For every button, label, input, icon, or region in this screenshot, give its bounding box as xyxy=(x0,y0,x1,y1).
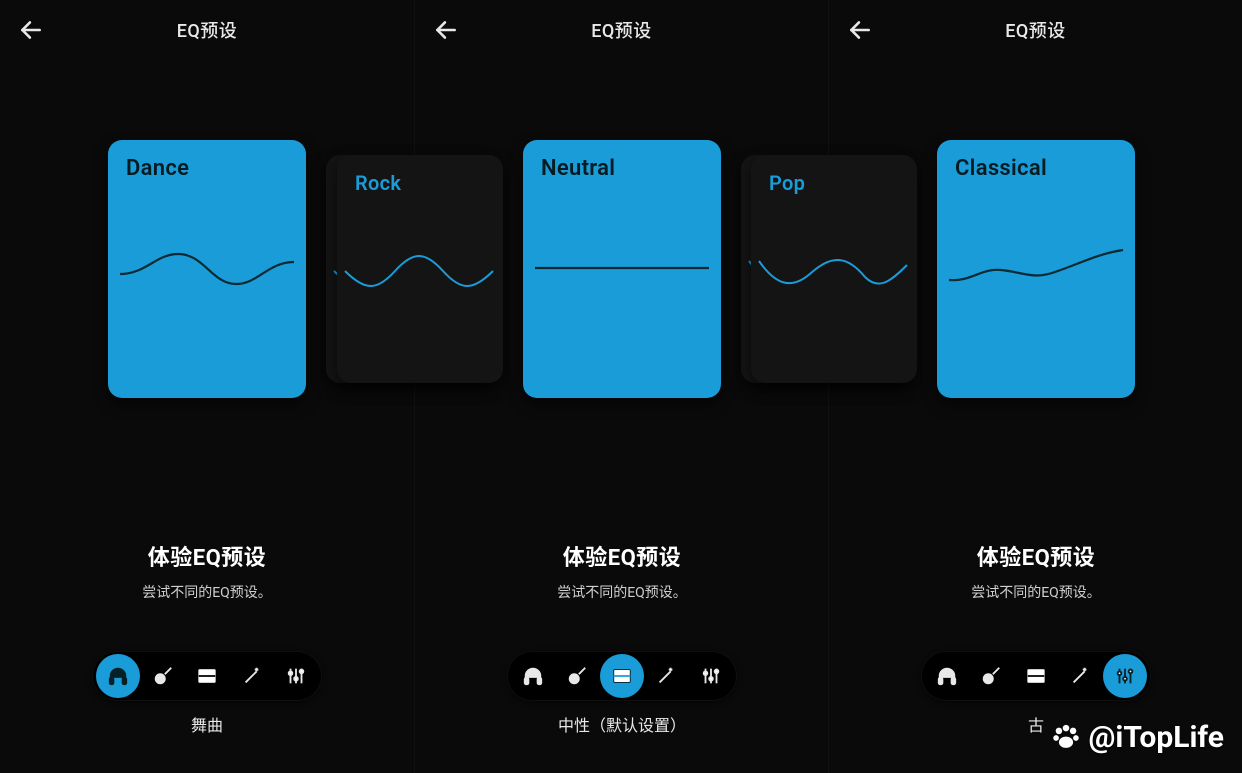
promo-block: 体验EQ预设 尝试不同的EQ预设。 xyxy=(0,540,414,602)
arrow-left-icon xyxy=(18,17,44,43)
promo-sub: 尝试不同的EQ预设。 xyxy=(829,582,1242,602)
eq-curve-icon xyxy=(108,232,306,304)
back-button[interactable] xyxy=(431,15,461,45)
neutral-icon xyxy=(611,665,633,687)
headphone-icon xyxy=(936,665,958,687)
preset-card-label: Rock xyxy=(337,155,503,195)
screen-dance: EQ预设 Dance Rock 体验EQ预设 尝试不同的EQ预设。 舞曲 xyxy=(0,0,414,773)
promo-block: 体验EQ预设 尝试不同的EQ预设。 xyxy=(829,540,1242,602)
header: EQ预设 xyxy=(829,0,1242,60)
promo-sub: 尝试不同的EQ预设。 xyxy=(415,582,829,602)
pill-neutral[interactable] xyxy=(185,654,229,698)
watermark: @iTopLife xyxy=(1049,720,1242,755)
promo-block: 体验EQ预设 尝试不同的EQ预设。 xyxy=(415,540,829,602)
eq-curve-icon xyxy=(751,237,917,309)
three-screens-layout: EQ预设 Dance Rock 体验EQ预设 尝试不同的EQ预设。 舞曲 xyxy=(0,0,1242,773)
preset-card-pop[interactable]: Pop xyxy=(751,155,917,383)
pill-headphone[interactable] xyxy=(96,654,140,698)
preset-card-label: Neutral xyxy=(523,140,721,181)
eq-curve-icon xyxy=(937,232,1135,304)
back-button[interactable] xyxy=(16,15,46,45)
pill-guitar[interactable] xyxy=(969,654,1013,698)
promo-heading: 体验EQ预设 xyxy=(0,540,414,572)
preset-selector-bar xyxy=(92,651,322,701)
preset-card-label: Pop xyxy=(751,155,917,195)
guitar-icon xyxy=(566,665,588,687)
header: EQ预设 xyxy=(0,0,414,60)
pill-sliders[interactable] xyxy=(274,654,318,698)
pill-wand[interactable] xyxy=(644,654,688,698)
paw-icon xyxy=(1049,721,1083,755)
page-title: EQ预设 xyxy=(591,17,652,43)
pill-neutral[interactable] xyxy=(600,654,644,698)
headphone-icon xyxy=(522,665,544,687)
back-button[interactable] xyxy=(845,15,875,45)
wand-icon xyxy=(655,665,677,687)
watermark-text: @iTopLife xyxy=(1089,720,1224,755)
preset-card-dance[interactable]: Dance xyxy=(108,140,306,398)
eq-curve-icon xyxy=(337,237,503,309)
neutral-icon xyxy=(196,665,218,687)
promo-heading: 体验EQ预设 xyxy=(415,540,829,572)
screen-classical: EQ预设 Pop Classical 体验EQ预设 尝试不同的EQ预设。 古 xyxy=(828,0,1242,773)
eq-curve-icon xyxy=(523,232,721,304)
promo-heading: 体验EQ预设 xyxy=(829,540,1242,572)
pill-sliders[interactable] xyxy=(689,654,733,698)
promo-sub: 尝试不同的EQ预设。 xyxy=(0,582,414,602)
preset-card-rock[interactable]: Rock xyxy=(337,155,503,383)
sliders-icon xyxy=(1114,665,1136,687)
header: EQ预设 xyxy=(415,0,828,60)
neutral-icon xyxy=(1025,665,1047,687)
pill-wand[interactable] xyxy=(230,654,274,698)
preset-card-neutral[interactable]: Neutral xyxy=(523,140,721,398)
preset-caption: 舞曲 xyxy=(0,712,414,736)
page-title: EQ预设 xyxy=(1005,17,1066,43)
headphone-icon xyxy=(107,665,129,687)
guitar-icon xyxy=(152,665,174,687)
sliders-icon xyxy=(285,665,307,687)
pill-headphone[interactable] xyxy=(925,654,969,698)
screen-neutral: EQ预设 Rock Neutral Pop > 体验EQ预设 尝试不同的EQ预设… xyxy=(414,0,828,773)
pill-neutral[interactable] xyxy=(1014,654,1058,698)
preset-caption: 中性（默认设置） xyxy=(415,712,829,736)
wand-icon xyxy=(241,665,263,687)
page-title: EQ预设 xyxy=(177,17,238,43)
pill-headphone[interactable] xyxy=(511,654,555,698)
arrow-left-icon xyxy=(847,17,873,43)
wand-icon xyxy=(1069,665,1091,687)
preset-carousel[interactable]: Pop Classical xyxy=(829,140,1242,420)
guitar-icon xyxy=(980,665,1002,687)
arrow-left-icon xyxy=(433,17,459,43)
preset-card-classical[interactable]: Classical xyxy=(937,140,1135,398)
preset-card-label: Classical xyxy=(937,140,1135,181)
preset-card-label: Dance xyxy=(108,140,306,181)
pill-wand[interactable] xyxy=(1058,654,1102,698)
pill-sliders[interactable] xyxy=(1103,654,1147,698)
sliders-icon xyxy=(700,665,722,687)
preset-selector-bar xyxy=(507,651,737,701)
pill-guitar[interactable] xyxy=(141,654,185,698)
pill-guitar[interactable] xyxy=(555,654,599,698)
preset-selector-bar xyxy=(921,651,1151,701)
